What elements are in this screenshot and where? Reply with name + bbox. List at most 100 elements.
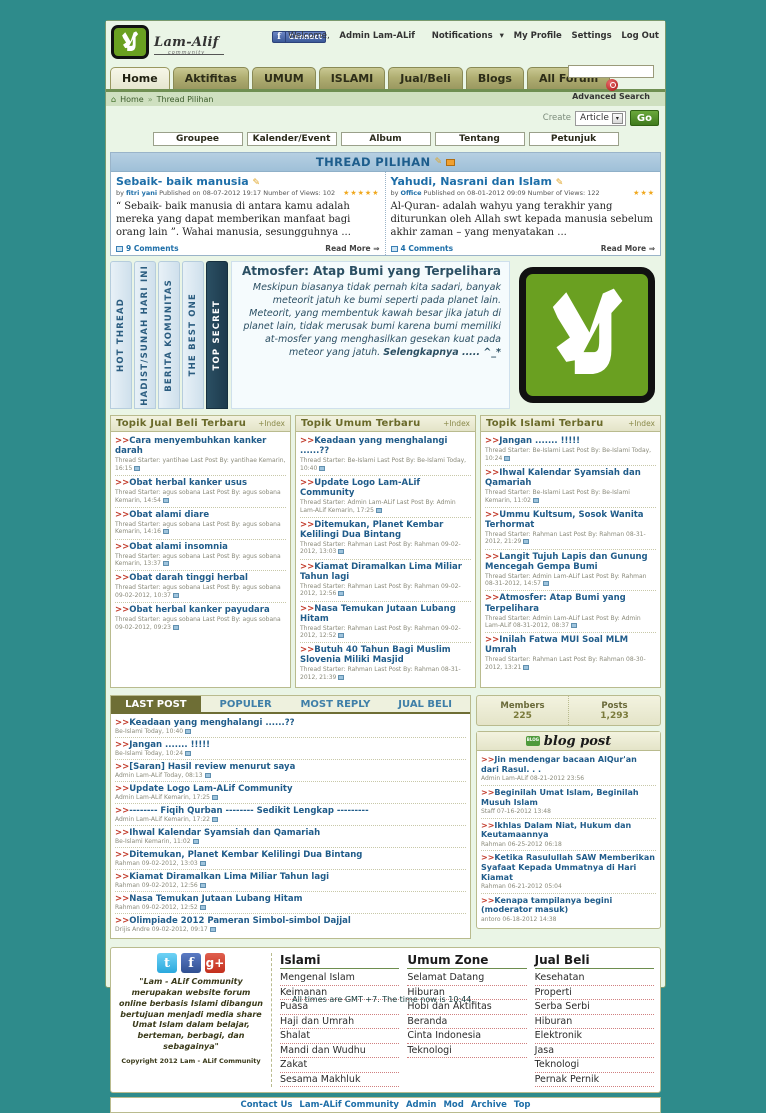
footer-link[interactable]: Jasa [534,1044,654,1059]
facebook-icon[interactable]: f [181,953,201,974]
featured-thread-title[interactable]: Yahudi, Nasrani dan Islam ✎ [391,175,656,188]
banner-more-link[interactable]: Selengkapnya ..... ^_* [383,347,501,358]
top-link[interactable]: Top [514,1100,531,1110]
list-item[interactable]: >>Jangan ....... !!!!! Be-Islami Today, 1… [115,738,466,761]
list-item[interactable]: >>Ditemukan, Planet Kembar Kelilingi Dua… [115,848,466,871]
settings-link[interactable]: Settings [572,31,612,41]
tab-most-reply[interactable]: MOST REPLY [291,696,381,712]
topic-item[interactable]: >>Langit Tujuh Lapis dan Gunung Mencegah… [485,550,656,592]
footer-link[interactable]: Kesehatan [534,971,654,986]
community-link[interactable]: Lam-ALif Community [299,1100,399,1110]
comments-count[interactable]: 4 Comments [401,244,454,253]
banner-tab-hadist-sunah[interactable]: HADIST/SUNAH HARI INI [134,261,156,409]
footer-link[interactable]: Selamat Datang [407,971,527,986]
contact-us-link[interactable]: Contact Us [240,1100,292,1110]
topic-item[interactable]: >>Jangan ....... !!!!! Thread Starter: Be… [485,434,656,466]
topic-item[interactable]: >>Obat alami diare Thread Starter: agus s… [115,508,286,540]
list-item[interactable]: >>-------- Fiqih Qurban -------- Sedikit… [115,804,466,827]
notifications-menu[interactable]: Notifications ▾ [425,31,504,41]
comments-count[interactable]: 9 Comments [126,244,179,253]
topic-item[interactable]: >>Nasa Temukan Jutaan Lubang Hitam Thread… [300,602,471,644]
logout-link[interactable]: Log Out [621,31,659,41]
topic-item[interactable]: >>Butuh 40 Tahun Bagi Muslim Slovenia Mi… [300,643,471,684]
search-input[interactable] [568,64,654,78]
footer-link[interactable]: Haji dan Umrah [280,1015,400,1030]
site-logo[interactable] [111,25,149,59]
topic-item[interactable]: >>Inilah Fatwa MUI Soal MLM Umrah Thread … [485,633,656,674]
list-item[interactable]: >>[Saran] Hasil review menurut saya Admin… [115,760,466,783]
footer-link[interactable]: Elektronik [534,1029,654,1044]
topic-item[interactable]: >>Cara menyembuhkan kanker darah Thread S… [115,434,286,476]
footer-link[interactable]: Mandi dan Wudhu [280,1044,400,1059]
topic-item[interactable]: >>Obat herbal kanker usus Thread Starter:… [115,476,286,508]
list-item[interactable]: >>Ikhlas Dalam Niat, Hukum dan Keutamaan… [481,819,656,852]
list-item[interactable]: >>Beginilah Umat Islam, Beginilah Musuh … [481,786,656,819]
topic-item[interactable]: >>Ihwal Kalendar Syamsiah dan Qamariah Th… [485,466,656,508]
subnav-item-groupee[interactable]: Groupee [152,132,243,146]
edit-pencil-icon[interactable]: ✎ [435,157,443,167]
list-item[interactable]: >>Update Logo Lam-ALif Community Admin La… [115,782,466,805]
footer-link[interactable]: Cinta Indonesia [407,1029,527,1044]
footer-link[interactable]: Teknologi [534,1058,654,1073]
subnav-item-petunjuk[interactable]: Petunjuk [528,132,619,146]
topic-item[interactable]: >>Atmosfer: Atap Bumi yang Terpelihara Th… [485,591,656,634]
read-more-link[interactable]: Read More ⇒ [601,244,655,253]
topic-item[interactable]: >>Ditemukan, Planet Kembar Kelilingi Dua… [300,518,471,560]
banner-tab-berita-komunitas[interactable]: BERITA KOMUNITAS [158,261,180,409]
create-type-select[interactable]: Article ▾ [575,110,626,126]
subnav-item-kalender-event[interactable]: Kalender/Event [246,132,337,146]
list-item[interactable]: >>Ihwal Kalendar Syamsiah dan Qamariah Be… [115,826,466,849]
banner-tab-hot-thread[interactable]: HOT THREAD [110,261,132,409]
topic-item[interactable]: >>Obat herbal kanker payudara Thread Star… [115,603,286,634]
footer-link[interactable]: Hiburan [534,1015,654,1030]
featured-thread-title[interactable]: Sebaik- baik manusia ✎ [116,175,380,188]
topic-index-link[interactable]: +Index [258,419,285,428]
footer-link[interactable]: Zakat [280,1058,400,1073]
tab-jual-beli[interactable]: JUAL BELI [380,696,470,712]
list-item[interactable]: >>Ketika Rasulullah SAW Memberikan Syafa… [481,851,656,894]
tab-populer[interactable]: POPULER [201,696,291,712]
nav-item-umum[interactable]: UMUM [251,67,316,89]
list-item[interactable]: >>Kenapa tampilanya begini (moderator ma… [481,894,656,926]
footer-link[interactable]: Shalat [280,1029,400,1044]
nav-item-aktifitas[interactable]: Aktifitas [172,67,249,89]
my-profile-link[interactable]: My Profile [514,31,562,41]
topic-item[interactable]: >>Ummu Kultsum, Sosok Wanita Terhormat Th… [485,508,656,550]
banner-tab-the-best-one[interactable]: THE BEST ONE [182,261,204,409]
breadcrumb-home[interactable]: Home [120,95,144,104]
topic-item[interactable]: >>Obat darah tinggi herbal Thread Starter… [115,571,286,604]
topic-index-link[interactable]: +Index [443,419,470,428]
admin-link[interactable]: Admin [406,1100,437,1110]
topic-item[interactable]: >>Keadaan yang menghalangi ......?? Threa… [300,434,471,476]
footer-link[interactable]: Beranda [407,1015,527,1030]
search-icon[interactable] [606,78,618,91]
breadcrumb-current[interactable]: Thread Pilihan [157,95,214,104]
list-item[interactable]: >>Jin mendengar bacaan AlQur'an dari Ras… [481,753,656,786]
go-button[interactable]: Go [629,110,659,126]
footer-link[interactable]: Teknologi [407,1044,527,1059]
topic-item[interactable]: >>Kiamat Diramalkan Lima Miliar Tahun la… [300,560,471,602]
list-item[interactable]: >>Keadaan yang menghalangi ......?? Be-Is… [115,716,466,739]
advanced-search-link[interactable]: Advanced Search [561,92,661,101]
footer-link[interactable]: Pernak Pernik [534,1073,654,1088]
archive-link[interactable]: Archive [471,1100,507,1110]
mod-link[interactable]: Mod [443,1100,463,1110]
tab-last-post[interactable]: LAST POST [111,696,201,713]
list-item[interactable]: >>Olimpiade 2012 Pameran Simbol-simbol D… [115,914,466,935]
nav-item-jual-beli[interactable]: Jual/Beli [388,67,463,89]
topic-index-link[interactable]: +Index [628,419,655,428]
footer-link[interactable]: Sesama Makhluk [280,1073,400,1088]
author-link[interactable]: fitri yani [126,189,157,197]
nav-item-islami[interactable]: ISLAMI [318,67,386,89]
read-more-link[interactable]: Read More ⇒ [325,244,379,253]
mail-icon[interactable] [446,158,456,166]
twitter-icon[interactable]: t [157,953,177,974]
author-link[interactable]: Office [400,189,421,197]
subnav-item-album[interactable]: Album [340,132,431,146]
list-item[interactable]: >>Nasa Temukan Jutaan Lubang Hitam Rahman… [115,892,466,915]
nav-item-blogs[interactable]: Blogs [465,67,524,89]
banner-tab-top-secret[interactable]: TOP SECRET [206,261,228,409]
footer-link[interactable]: Mengenal Islam [280,971,400,986]
nav-item-home[interactable]: Home [110,67,170,89]
topic-item[interactable]: >>Update Logo Lam-ALif Community Thread S… [300,476,471,518]
